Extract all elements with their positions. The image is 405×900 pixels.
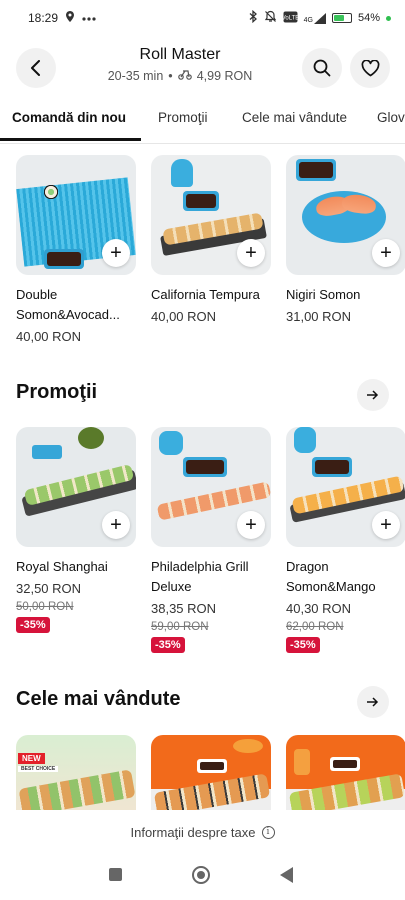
tab-glovo[interactable]: Glov — [377, 110, 405, 143]
product-name: Double Somon&Avocad... — [16, 287, 120, 322]
discount-badge: -35% — [151, 637, 185, 653]
back-triangle-icon[interactable] — [280, 867, 293, 883]
bluetooth-icon — [249, 9, 258, 26]
add-to-cart-button[interactable]: + — [372, 511, 400, 539]
store-header: Roll Master 20-35 min • 4,99 RON — [0, 40, 405, 100]
product-image — [286, 735, 405, 810]
store-title: Roll Master — [139, 46, 221, 63]
volte-icon: VoLTE — [281, 11, 299, 26]
product-card[interactable]: + Philadelphia Grill Deluxe 38,35 RON 59… — [151, 427, 271, 653]
product-image: + — [286, 155, 405, 275]
info-icon: i — [261, 825, 275, 839]
svg-text:VoLTE: VoLTE — [283, 15, 298, 21]
delivery-time: 20-35 min — [107, 68, 164, 83]
original-price: 62,00 RON — [286, 621, 344, 633]
product-image: + — [151, 427, 271, 547]
product-card[interactable]: + California Tempura 40,00 RON — [151, 155, 271, 327]
product-card[interactable]: NEW BEST CHOICE — [16, 735, 136, 810]
product-name: Royal Shanghai — [16, 559, 108, 574]
search-icon — [313, 59, 331, 77]
back-button[interactable] — [16, 48, 56, 88]
product-name: California Tempura — [151, 287, 260, 302]
product-card[interactable] — [151, 735, 271, 810]
location-pin-icon — [66, 11, 75, 25]
arrow-right-icon — [367, 390, 379, 400]
see-all-bestsellers-button[interactable] — [357, 686, 389, 718]
privacy-indicator-dot — [386, 15, 391, 21]
discount-badge: -35% — [286, 637, 320, 653]
scooter-icon — [177, 68, 192, 83]
delivery-fee: 4,99 RON — [196, 68, 253, 83]
product-price: 40,00 RON — [16, 329, 82, 344]
add-to-cart-button[interactable]: + — [102, 239, 130, 267]
product-name: Dragon Somon&Mango — [286, 559, 376, 594]
add-to-cart-button[interactable]: + — [237, 239, 265, 267]
promotions-row: + Royal Shanghai 32,50 RON 50,00 RON -35… — [0, 427, 405, 657]
product-image: + — [286, 427, 405, 547]
add-to-cart-button[interactable]: + — [102, 511, 130, 539]
product-image: + — [16, 427, 136, 547]
store-title-block: Roll Master 20-35 min • 4,99 RON — [80, 46, 280, 83]
more-dots-icon — [82, 12, 96, 24]
home-icon[interactable] — [192, 866, 210, 884]
tab-promotions[interactable]: Promoţii — [158, 110, 208, 143]
add-to-cart-button[interactable]: + — [372, 239, 400, 267]
product-image: + — [151, 155, 271, 275]
product-card[interactable]: + Dragon Somon&Mango 40,30 RON 62,00 RON… — [286, 427, 405, 653]
product-price: 31,00 RON — [286, 309, 352, 324]
clock: 18:29 — [28, 11, 59, 25]
tab-bestsellers[interactable]: Cele mai vândute — [242, 110, 347, 143]
original-price: 59,00 RON — [151, 621, 209, 633]
battery-percent: 54% — [357, 12, 380, 24]
recent-apps-icon[interactable] — [109, 868, 122, 881]
heart-icon — [361, 59, 379, 76]
system-navigation-bar — [0, 854, 405, 900]
tax-info-link[interactable]: Informaţii despre taxe i — [0, 810, 405, 854]
tax-info-label: Informaţii despre taxe — [130, 824, 256, 840]
discount-badge: -35% — [16, 617, 50, 633]
product-card[interactable]: + Royal Shanghai 32,50 RON 50,00 RON -35… — [16, 427, 136, 633]
favorite-button[interactable] — [350, 48, 390, 88]
arrow-right-icon — [367, 697, 379, 707]
product-image: NEW BEST CHOICE — [16, 735, 136, 810]
product-price: 38,35 RON — [151, 601, 217, 616]
product-name: Nigiri Somon — [286, 287, 361, 302]
product-price: 32,50 RON — [16, 581, 82, 596]
network-type-label: 4G — [303, 16, 313, 24]
chevron-left-icon — [31, 60, 40, 76]
new-badge: NEW — [18, 753, 45, 764]
section-title-promotions: Promoţii — [16, 381, 98, 403]
signal-icon: 4G — [303, 12, 326, 24]
product-card[interactable] — [286, 735, 405, 810]
battery-icon — [331, 13, 352, 23]
bestsellers-row: NEW BEST CHOICE — [0, 735, 405, 810]
delivery-info: 20-35 min • 4,99 RON — [80, 68, 280, 83]
product-price: 40,00 RON — [151, 309, 217, 324]
see-all-promotions-button[interactable] — [357, 379, 389, 411]
menu-content[interactable]: + Double Somon&Avocad... 40,00 RON + Cal… — [0, 145, 405, 810]
add-to-cart-button[interactable]: + — [237, 511, 265, 539]
separator-dot: • — [168, 68, 173, 83]
original-price: 50,00 RON — [16, 601, 74, 613]
best-choice-badge: BEST CHOICE — [18, 766, 59, 772]
reorder-row: + Double Somon&Avocad... 40,00 RON + Cal… — [0, 155, 405, 355]
product-card[interactable]: + Double Somon&Avocad... 40,00 RON — [16, 155, 136, 347]
product-name: Philadelphia Grill Deluxe — [151, 559, 249, 594]
mute-bell-icon — [264, 10, 277, 26]
product-image: + — [16, 155, 136, 275]
active-tab-indicator — [0, 138, 141, 141]
search-button[interactable] — [302, 48, 342, 88]
status-bar: 18:29 VoLTE 4G 54% — [0, 0, 405, 36]
product-price: 40,30 RON — [286, 601, 352, 616]
section-title-bestsellers: Cele mai vândute — [16, 688, 181, 710]
product-image — [151, 735, 271, 810]
product-card[interactable]: + Nigiri Somon 31,00 RON — [286, 155, 405, 327]
